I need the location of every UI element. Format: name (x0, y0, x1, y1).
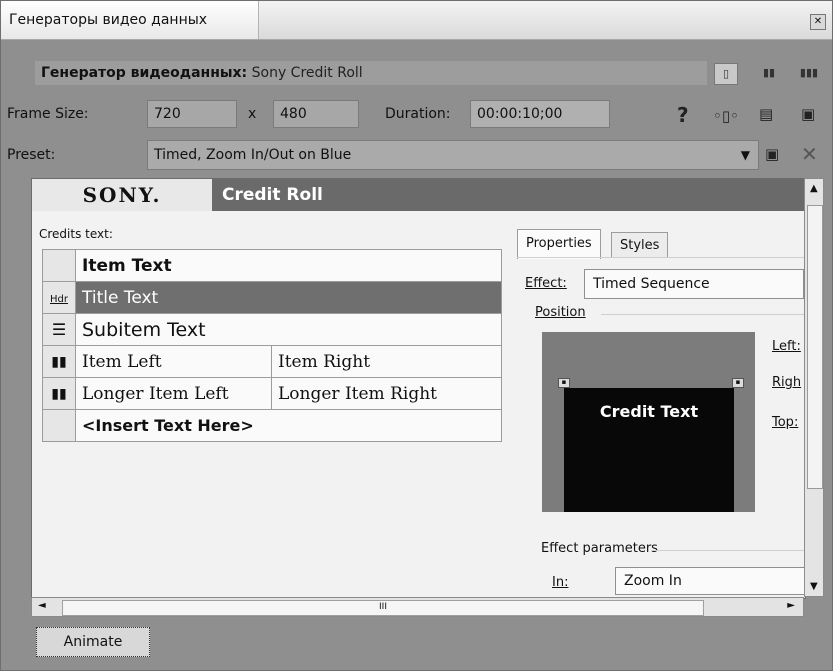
in-dropdown[interactable]: Zoom In (615, 567, 805, 595)
right-label: Righ (772, 375, 802, 390)
position-group-line (601, 314, 804, 315)
header-row-icon[interactable]: Hdr (42, 281, 76, 314)
title-bar: Генераторы видео данных ✕ (1, 1, 832, 40)
frame-width-field[interactable]: 720 (147, 100, 237, 128)
table-row[interactable]: <Insert Text Here> (42, 409, 502, 442)
position-preview[interactable]: ▪ ▪ Credit Text (542, 332, 755, 512)
table-row[interactable]: ▮▮ Longer Item Left Longer Item Right (42, 377, 502, 410)
hscroll-grip: III (379, 602, 387, 612)
preview-screen: Credit Text (564, 388, 734, 512)
credits-header[interactable]: Item Text (75, 249, 502, 282)
help-icon[interactable]: ? (677, 103, 689, 127)
close-icon[interactable]: ✕ (810, 14, 826, 30)
scroll-left-icon[interactable]: ◄ (38, 600, 46, 611)
tab-divider (517, 257, 804, 258)
params-group-line (651, 550, 804, 551)
generator-name: Sony Credit Roll (251, 65, 363, 81)
frame-size-label: Frame Size: (7, 106, 89, 122)
credits-table: Item Text Hdr Title Text ☰ Subitem Text … (42, 249, 502, 442)
row-text[interactable]: Title Text (75, 281, 502, 314)
two-column-icon[interactable]: ▮▮ (42, 377, 76, 410)
table-row[interactable]: ☰ Subitem Text (42, 313, 502, 346)
plugin-header: SONY. Credit Roll (32, 179, 805, 211)
tab-properties[interactable]: Properties (517, 229, 601, 259)
hdr-icon: Hdr (50, 293, 68, 305)
frame-size-separator: x (248, 106, 257, 122)
scroll-down-icon[interactable]: ▼ (810, 581, 818, 592)
row-right-text[interactable]: Longer Item Right (271, 377, 502, 410)
sony-logo: SONY. (32, 179, 212, 211)
row-text[interactable]: Subitem Text (75, 313, 502, 346)
view-triple-icon[interactable]: ▮▮▮ (798, 63, 820, 83)
preset-value: Timed, Zoom In/Out on Blue (154, 147, 352, 163)
effect-dropdown[interactable]: Timed Sequence (584, 269, 804, 299)
row-icon-cell (42, 249, 76, 282)
position-label: Position (535, 305, 586, 320)
row-left-text[interactable]: Longer Item Left (75, 377, 272, 410)
table-row[interactable]: ▮▮ Item Left Item Right (42, 345, 502, 378)
generator-window: Генераторы видео данных ✕ Генератор виде… (0, 0, 833, 671)
duration-label: Duration: (385, 106, 451, 122)
top-label: Top: (772, 415, 799, 430)
import-icon[interactable]: ▣ (801, 105, 815, 123)
row-left-text[interactable]: Item Left (75, 345, 272, 378)
right-handle[interactable]: ▪ (732, 378, 744, 388)
window-title: Генераторы видео данных (1, 1, 259, 39)
view-double-icon[interactable]: ▮▮ (758, 63, 780, 83)
preview-text: Credit Text (599, 402, 699, 421)
plugin-title: Credit Roll (222, 185, 323, 205)
duration-field[interactable]: 00:00:10;00 (470, 100, 610, 128)
subitem-icon[interactable]: ☰ (42, 313, 76, 346)
view-single-icon[interactable]: ▯ (714, 63, 738, 85)
frame-height-field[interactable]: 480 (273, 100, 359, 128)
hscroll-thumb[interactable]: III (62, 600, 704, 616)
scroll-thumb[interactable] (807, 205, 823, 489)
scroll-up-icon[interactable]: ▲ (810, 183, 818, 194)
preset-label: Preset: (7, 147, 56, 163)
print-icon[interactable]: ▤ (759, 105, 773, 123)
vertical-scrollbar[interactable]: ▲ ▼ (804, 178, 824, 597)
scroll-right-icon[interactable]: ► (787, 600, 795, 611)
left-handle[interactable]: ▪ (558, 378, 570, 388)
generator-header: Генератор видеоданных: Sony Credit Roll (35, 61, 707, 85)
save-preset-icon[interactable]: ▣ (765, 145, 779, 163)
credits-text-label: Credits text: (39, 227, 113, 241)
effect-parameters-label: Effect parameters (541, 541, 658, 556)
two-column-icon[interactable]: ▮▮ (42, 345, 76, 378)
row-right-text[interactable]: Item Right (271, 345, 502, 378)
generator-label: Генератор видеоданных: (41, 65, 248, 81)
keyframe-icon[interactable]: ◦▯◦ (713, 107, 739, 125)
row-icon-cell[interactable] (42, 409, 76, 442)
horizontal-scrollbar[interactable]: ◄ III ► (31, 597, 804, 617)
tab-styles[interactable]: Styles (611, 232, 669, 258)
left-label: Left: (772, 339, 801, 354)
preset-dropdown[interactable]: Timed, Zoom In/Out on Blue ▼ (147, 140, 759, 170)
chevron-down-icon[interactable]: ▼ (741, 141, 750, 169)
table-row[interactable]: Hdr Title Text (42, 281, 502, 314)
animate-button[interactable]: Animate (36, 627, 150, 657)
effect-label: Effect: (525, 276, 567, 291)
insert-text-row[interactable]: <Insert Text Here> (75, 409, 502, 442)
in-label: In: (552, 575, 569, 590)
delete-preset-icon[interactable]: ✕ (801, 142, 818, 166)
